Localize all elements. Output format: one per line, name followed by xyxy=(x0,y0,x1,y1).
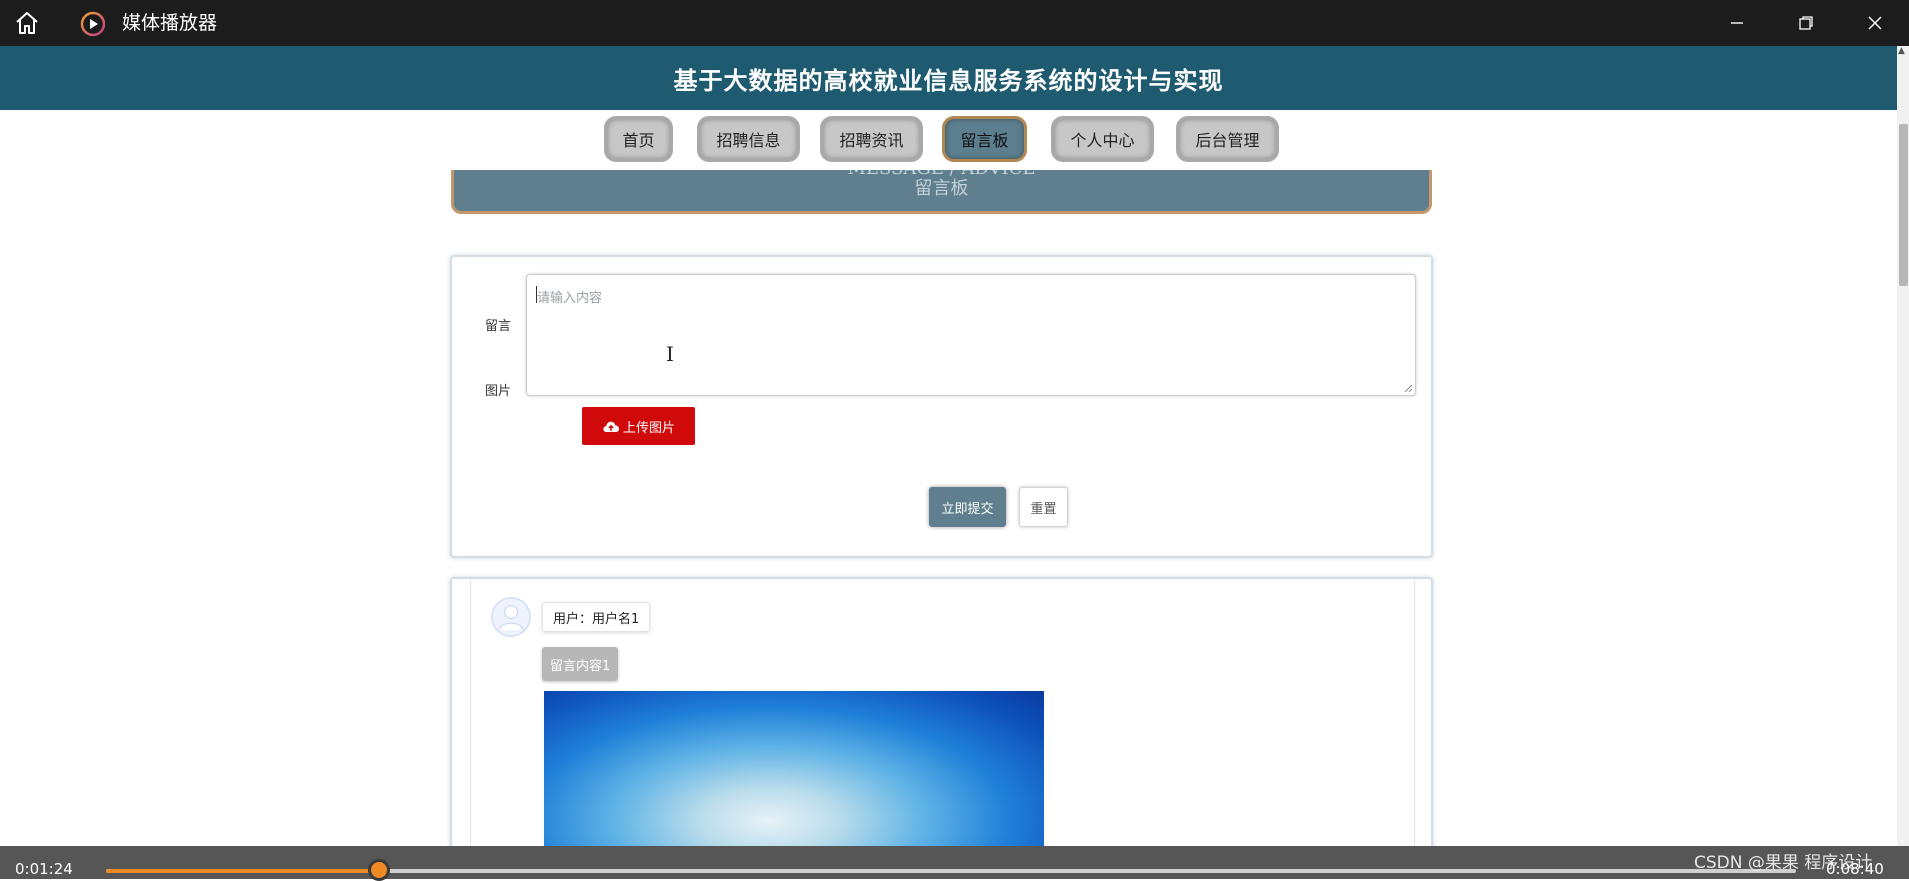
avatar xyxy=(491,597,531,637)
main-nav: 首页 招聘信息 招聘资讯 留言板 个人中心 后台管理 xyxy=(0,116,1897,166)
seek-bar[interactable] xyxy=(106,869,1796,873)
nav-item-message-board[interactable]: 留言板 xyxy=(942,116,1027,162)
message-list: 用户：用户名1 留言内容1 xyxy=(450,577,1433,846)
message-user: 用户：用户名1 xyxy=(542,602,651,632)
message-label: 留言 xyxy=(485,319,512,334)
banner-chinese-title: 留言板 xyxy=(914,178,969,199)
nav-item-job-postings[interactable]: 招聘信息 xyxy=(697,116,800,162)
message-board-banner: MESSAGE / ADVICE 留言板 xyxy=(451,170,1432,214)
message-item: 用户：用户名1 留言内容1 xyxy=(470,579,1415,846)
message-form: 留言 请输入内容 I 图片 上传图片 立即提交 重置 xyxy=(450,255,1433,558)
message-placeholder: 请输入内容 xyxy=(537,291,603,306)
media-player-app-icon xyxy=(80,11,106,37)
scrollbar-thumb[interactable] xyxy=(1899,124,1908,286)
cloud-upload-icon xyxy=(603,421,619,432)
nav-item-job-news[interactable]: 招聘资讯 xyxy=(820,116,923,162)
site-header: 基于大数据的高校就业信息服务系统的设计与实现 xyxy=(0,46,1897,110)
current-time: 0:01:24 xyxy=(15,860,73,878)
upload-image-label: 上传图片 xyxy=(622,420,675,436)
text-caret xyxy=(536,286,537,303)
nav-item-personal-center[interactable]: 个人中心 xyxy=(1051,116,1154,162)
media-control-bar: 0:01:24 CSDN @果果 程序设计 0:08:40 xyxy=(0,846,1909,881)
window-title: 媒体播放器 xyxy=(122,12,218,34)
message-textarea[interactable]: 请输入内容 I xyxy=(526,274,1416,396)
submit-button[interactable]: 立即提交 xyxy=(929,487,1006,527)
restore-button[interactable] xyxy=(1776,0,1836,46)
resize-handle-icon[interactable] xyxy=(1404,384,1413,393)
title-bar: 媒体播放器 xyxy=(0,0,1909,46)
close-button[interactable] xyxy=(1845,0,1905,46)
scroll-up-arrow-icon[interactable]: ▲ xyxy=(1898,46,1905,56)
banner-english-title: MESSAGE / ADVICE xyxy=(454,170,1429,178)
text-cursor-icon: I xyxy=(666,342,674,366)
total-time: 0:08:40 xyxy=(1826,860,1884,878)
seek-bar-progress xyxy=(106,869,379,873)
web-page: 基于大数据的高校就业信息服务系统的设计与实现 首页 招聘信息 招聘资讯 留言板 … xyxy=(0,46,1897,846)
image-label: 图片 xyxy=(485,384,512,399)
page-scrollbar[interactable]: ▲ xyxy=(1897,46,1909,846)
reset-button[interactable]: 重置 xyxy=(1019,487,1068,527)
message-image xyxy=(544,691,1044,846)
home-icon[interactable] xyxy=(12,10,42,36)
nav-item-admin[interactable]: 后台管理 xyxy=(1176,116,1279,162)
message-content: 留言内容1 xyxy=(542,647,619,681)
site-title: 基于大数据的高校就业信息服务系统的设计与实现 xyxy=(673,66,1224,95)
minimize-button[interactable] xyxy=(1707,0,1767,46)
upload-image-button[interactable]: 上传图片 xyxy=(582,407,695,445)
nav-item-home[interactable]: 首页 xyxy=(604,116,673,162)
seek-handle[interactable] xyxy=(367,859,390,881)
